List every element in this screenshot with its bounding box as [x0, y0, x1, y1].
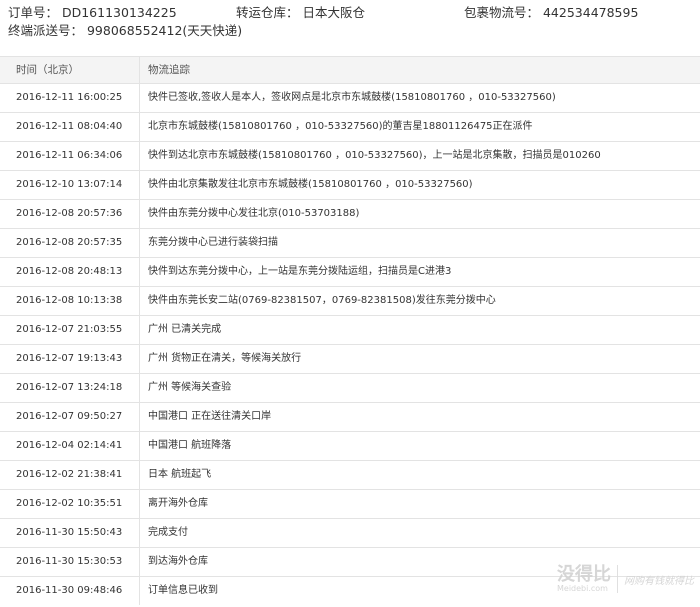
row-tracking-info: 广州 已清关完成 [148, 324, 222, 335]
row-tracking-info: 广州 货物正在清关，等候海关放行 [148, 353, 302, 364]
row-tracking-info: 离开海外仓库 [148, 498, 208, 509]
row-time: 2016-11-30 15:50:43 [0, 519, 140, 547]
row-time: 2016-12-04 02:14:41 [0, 432, 140, 460]
row-tracking-info: 中国港口 正在送往清关口岸 [148, 411, 272, 422]
row-time: 2016-12-02 10:35:51 [0, 490, 140, 518]
row-time: 2016-12-08 20:57:35 [0, 229, 140, 257]
row-time: 2016-12-07 13:24:18 [0, 374, 140, 402]
row-tracking-info: 快件到达东莞分拨中心，上一站是东莞分拨陆运组，扫描员是C进港3 [148, 266, 452, 277]
row-time: 2016-11-30 15:30:53 [0, 548, 140, 576]
table-body: 2016-12-11 16:00:25 快件已签收,签收人是本人，签收网点是北京市… [0, 84, 700, 605]
table-row: 2016-12-08 20:57:35 东莞分拨中心已进行装袋扫描 [0, 229, 700, 258]
row-tracking-info: 日本 航班起飞 [148, 469, 212, 480]
row-tracking-info: 完成支付 [148, 527, 188, 538]
row-tracking-info: 快件由东莞长安二站(0769-82381507，0769-82381508)发往… [148, 295, 496, 306]
table-row: 2016-11-30 15:50:43 完成支付 [0, 519, 700, 548]
row-tracking-info: 北京市东城鼓楼(15810801760 ，010-53327560)的董吉星18… [148, 121, 533, 132]
row-time: 2016-12-07 21:03:55 [0, 316, 140, 344]
row-time: 2016-12-07 19:13:43 [0, 345, 140, 373]
row-tracking-info: 快件到达北京市东城鼓楼(15810801760 ，010-53327560)，上… [148, 150, 601, 161]
order-number: 订单号： DD161130134225 [8, 5, 177, 20]
table-row: 2016-11-30 09:48:46 订单信息已收到 [0, 577, 700, 605]
table-row: 2016-12-07 13:24:18 广州 等候海关查验 [0, 374, 700, 403]
row-tracking-info: 到达海外仓库 [148, 556, 208, 567]
row-time: 2016-12-10 13:07:14 [0, 171, 140, 199]
table-header: 时间（北京） 物流追踪 [0, 57, 700, 84]
table-row: 2016-12-11 06:34:06 快件到达北京市东城鼓楼(158108017… [0, 142, 700, 171]
table-row: 2016-12-08 20:48:13 快件到达东莞分拨中心，上一站是东莞分拨陆运… [0, 258, 700, 287]
table-row: 2016-12-08 20:57:36 快件由东莞分拨中心发往北京(010-537… [0, 200, 700, 229]
delivery-number: 终端派送号： 998068552412(天天快递) [8, 23, 243, 38]
table-row: 2016-12-07 19:13:43 广州 货物正在清关，等候海关放行 [0, 345, 700, 374]
table-row: 2016-11-30 15:30:53 到达海外仓库 [0, 548, 700, 577]
transit-warehouse: 转运仓库： 日本大阪仓 [236, 5, 365, 20]
row-tracking-info: 东莞分拨中心已进行装袋扫描 [148, 237, 278, 248]
row-time: 2016-12-08 20:57:36 [0, 200, 140, 228]
row-tracking-info: 快件由东莞分拨中心发往北京(010-53703188) [148, 208, 360, 219]
table-row: 2016-12-10 13:07:14 快件由北京集散发往北京市东城鼓楼(1581… [0, 171, 700, 200]
row-time: 2016-11-30 09:48:46 [0, 577, 140, 605]
table-row: 2016-12-08 10:13:38 快件由东莞长安二站(0769-823815… [0, 287, 700, 316]
column-header-time: 时间（北京） [0, 57, 140, 83]
tracking-table: 时间（北京） 物流追踪 2016-12-11 16:00:25 快件已签收,签收人… [0, 56, 700, 605]
column-header-tracking: 物流追踪 [148, 64, 190, 76]
row-time: 2016-12-11 08:04:40 [0, 113, 140, 141]
table-row: 2016-12-11 16:00:25 快件已签收,签收人是本人，签收网点是北京市… [0, 84, 700, 113]
row-time: 2016-12-11 06:34:06 [0, 142, 140, 170]
table-row: 2016-12-07 21:03:55 广州 已清关完成 [0, 316, 700, 345]
row-time: 2016-12-11 16:00:25 [0, 84, 140, 112]
table-row: 2016-12-02 10:35:51 离开海外仓库 [0, 490, 700, 519]
row-time: 2016-12-02 21:38:41 [0, 461, 140, 489]
table-row: 2016-12-02 21:38:41 日本 航班起飞 [0, 461, 700, 490]
row-tracking-info: 订单信息已收到 [148, 585, 218, 596]
parcel-tracking-number: 包裹物流号： 442534478595 [464, 5, 639, 20]
shipment-header: 订单号： DD161130134225 转运仓库： 日本大阪仓 包裹物流号： 4… [0, 0, 700, 52]
row-time: 2016-12-07 09:50:27 [0, 403, 140, 431]
row-time: 2016-12-08 20:48:13 [0, 258, 140, 286]
row-time: 2016-12-08 10:13:38 [0, 287, 140, 315]
table-row: 2016-12-04 02:14:41 中国港口 航班降落 [0, 432, 700, 461]
table-row: 2016-12-07 09:50:27 中国港口 正在送往清关口岸 [0, 403, 700, 432]
row-tracking-info: 中国港口 航班降落 [148, 440, 232, 451]
row-tracking-info: 快件已签收,签收人是本人，签收网点是北京市东城鼓楼(15810801760 ，0… [148, 92, 556, 103]
table-row: 2016-12-11 08:04:40 北京市东城鼓楼(15810801760 ，… [0, 113, 700, 142]
row-tracking-info: 广州 等候海关查验 [148, 382, 232, 393]
row-tracking-info: 快件由北京集散发往北京市东城鼓楼(15810801760 ，010-533275… [148, 179, 473, 190]
